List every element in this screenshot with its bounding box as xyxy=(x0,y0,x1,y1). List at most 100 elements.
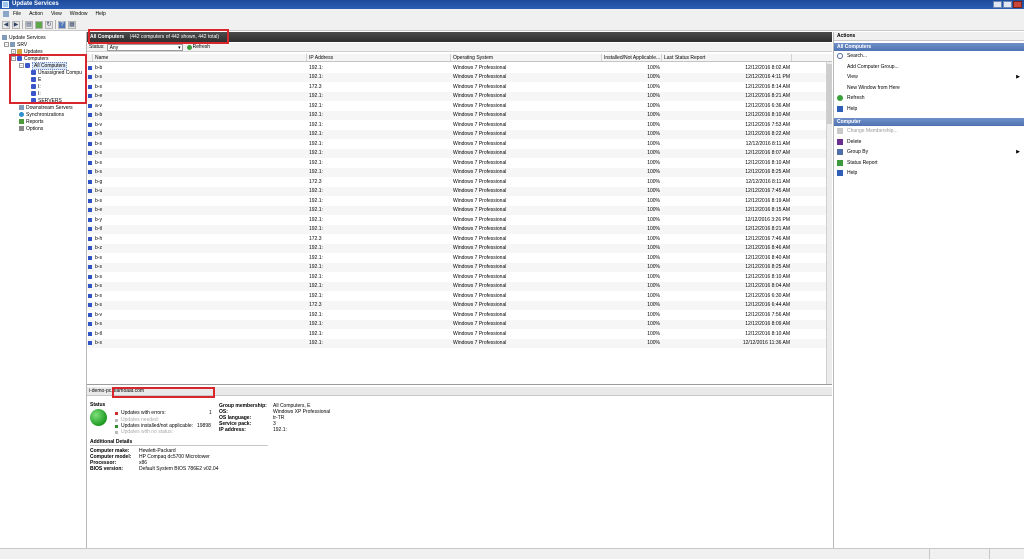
tree-group-1[interactable]: E xyxy=(31,76,41,83)
table-row[interactable]: b-e 192.1: Windows 7 Professional 100% 12/12… xyxy=(87,205,832,215)
cell-ip: 192.1: xyxy=(309,188,323,195)
table-scrollbar[interactable] xyxy=(826,62,832,384)
folder-up-icon[interactable]: ▤ xyxy=(25,20,33,29)
table-row[interactable]: b-s 192.1: Windows 7 Professional 100% 12/12… xyxy=(87,319,832,329)
cell-ip: 192.1: xyxy=(309,131,323,138)
tree-reports[interactable]: Reports xyxy=(19,118,44,125)
table-row[interactable]: b-z 192.1: Windows 7 Professional 100% 12/12… xyxy=(87,243,832,253)
table-row[interactable]: b-v 192.1: Windows 7 Professional 100% 12/12… xyxy=(87,120,832,130)
collapse-icon[interactable]: − xyxy=(4,42,9,47)
help-icon[interactable]: ? xyxy=(58,20,66,29)
action-view[interactable]: View ▶ xyxy=(834,72,1024,83)
table-row[interactable]: b-s 192.1: Windows 7 Professional 100% 12/12… xyxy=(87,167,832,177)
tree-group-2[interactable]: I: xyxy=(31,83,41,90)
tree-unassigned[interactable]: Unassigned Compu xyxy=(31,69,82,76)
collapse-icon[interactable]: − xyxy=(11,56,16,61)
table-row[interactable]: b-s 192.1: Windows 7 Professional 100% 12/12… xyxy=(87,158,832,168)
tree-all-computers[interactable]: − All Computers xyxy=(19,61,68,70)
cell-installed: 100% xyxy=(647,83,660,90)
menu-file[interactable]: File xyxy=(13,11,21,17)
table-row[interactable]: b-s 192.1: Windows 7 Professional 100% 12/12… xyxy=(87,72,832,82)
refresh-filter-button[interactable]: Refresh xyxy=(186,44,210,50)
table-row[interactable]: b-tl 192.1: Windows 7 Professional 100% 12/1… xyxy=(87,329,832,339)
cell-ip: 192.1: xyxy=(309,169,323,176)
column-name[interactable]: Name xyxy=(93,54,307,61)
table-row[interactable]: b-g 172.3 Windows 7 Professional 100% 12/12/… xyxy=(87,177,832,187)
action-delete[interactable]: Delete xyxy=(834,137,1024,148)
column-last-report[interactable]: Last Status Report xyxy=(662,54,792,61)
cell-installed: 100% xyxy=(647,245,660,252)
table-row[interactable]: b-h 192.1: Windows 7 Professional 100% 12/12… xyxy=(87,129,832,139)
status-filter-select[interactable]: Any ▾ xyxy=(106,43,183,51)
action-group-by[interactable]: Group By ▶ xyxy=(834,147,1024,158)
action-help[interactable]: Help xyxy=(834,104,1024,115)
tree-downstream[interactable]: Downstream Servers xyxy=(19,104,73,111)
tree-options[interactable]: Options xyxy=(19,125,43,132)
action-search[interactable]: Search... xyxy=(834,51,1024,62)
table-row[interactable]: b-b 192.1: Windows 7 Professional 100% 12/12… xyxy=(87,110,832,120)
cell-name: b-s xyxy=(95,169,102,176)
scrollbar-thumb[interactable] xyxy=(827,64,832,124)
tree-server[interactable]: − SRV xyxy=(4,41,27,48)
table-row[interactable]: b-s 192.1: Windows 7 Professional 100% 12/12… xyxy=(87,272,832,282)
table-row[interactable]: a-v 192.1: Windows 7 Professional 100% 12/12… xyxy=(87,101,832,111)
table-row[interactable]: b-s 172.3 Windows 7 Professional 100% 12/12/… xyxy=(87,300,832,310)
cell-last-report: 12/12/2016 8:25 AM xyxy=(745,169,790,176)
back-icon[interactable]: ◀ xyxy=(2,20,10,29)
table-row[interactable]: b-y 192.1: Windows 7 Professional 100% 12/12… xyxy=(87,215,832,225)
action-new-window[interactable]: New Window from Here xyxy=(834,83,1024,94)
table-row[interactable]: b-u 192.1: Windows 7 Professional 100% 12/12… xyxy=(87,186,832,196)
action-status-report[interactable]: Status Report xyxy=(834,158,1024,169)
table-row[interactable]: b-s 192.1: Windows 7 Professional 100% 12/12… xyxy=(87,196,832,206)
expand-icon[interactable]: + xyxy=(11,49,16,54)
maximize-button[interactable] xyxy=(1003,1,1012,8)
column-ip[interactable]: IP Address xyxy=(307,54,451,61)
cell-ip: 192.1: xyxy=(309,254,323,261)
column-os[interactable]: Operating System xyxy=(451,54,602,61)
table-row[interactable]: b-v 192.1: Windows 7 Professional 100% 12/12… xyxy=(87,310,832,320)
action-change-membership[interactable]: Change Membership... xyxy=(834,126,1024,137)
tree-root[interactable]: Update Services xyxy=(2,34,46,41)
menu-action[interactable]: Action xyxy=(29,11,43,17)
refresh-toolbar-icon[interactable]: ↻ xyxy=(45,20,53,29)
actions-title: Actions xyxy=(834,32,1024,41)
table-row[interactable]: b-s 192.1: Windows 7 Professional 100% 12/12… xyxy=(87,253,832,263)
table-row[interactable]: b-s 192.1: Windows 7 Professional 100% 12/12… xyxy=(87,148,832,158)
forward-icon[interactable]: ▶ xyxy=(12,20,20,29)
table-row[interactable]: b-s 192.1: Windows 7 Professional 100% 12/12… xyxy=(87,338,832,348)
table-row[interactable]: b-s 192.1: Windows 7 Professional 100% 12/12… xyxy=(87,281,832,291)
column-installed[interactable]: Installed/Not Applicable... xyxy=(602,54,662,61)
updates-icon xyxy=(17,49,22,54)
action-refresh[interactable]: Refresh xyxy=(834,93,1024,104)
tree-synchronizations[interactable]: Synchronizations xyxy=(19,111,64,118)
cell-ip: 192.1: xyxy=(309,226,323,233)
filter-bar: Status: Any ▾ Refresh xyxy=(87,43,832,52)
action-help-computer[interactable]: Help xyxy=(834,168,1024,179)
action-pane-icon[interactable]: ▦ xyxy=(68,20,76,29)
table-row[interactable]: b-s 192.1: Windows 7 Professional 100% 12/12… xyxy=(87,291,832,301)
menu-view[interactable]: View xyxy=(51,11,62,17)
table-row[interactable]: b-s 172.3 Windows 7 Professional 100% 12/12/… xyxy=(87,82,832,92)
actions-section-all-computers[interactable]: All Computers xyxy=(834,43,1024,51)
table-row[interactable]: b-s 192.1: Windows 7 Professional 100% 12/12… xyxy=(87,139,832,149)
cell-os: Windows 7 Professional xyxy=(453,140,507,147)
collapse-icon[interactable]: − xyxy=(19,63,24,68)
cell-last-report: 12/12/2016 7:45 AM xyxy=(745,188,790,195)
tree-group-3[interactable]: I: xyxy=(31,90,41,97)
table-row[interactable]: b-e 192.1: Windows 7 Professional 100% 12/12… xyxy=(87,91,832,101)
menu-help[interactable]: Help xyxy=(96,11,106,17)
close-button[interactable] xyxy=(1013,1,1022,8)
cell-installed: 100% xyxy=(647,273,660,280)
table-row[interactable]: b-b 192.1: Windows 7 Professional 100% 12/12… xyxy=(87,63,832,73)
tree-servers[interactable]: SERVERS xyxy=(31,97,62,104)
tree-updates[interactable]: + Updates xyxy=(11,48,43,55)
actions-section-computer[interactable]: Computer xyxy=(834,118,1024,126)
action-add-computer-group[interactable]: Add Computer Group... xyxy=(834,62,1024,73)
table-row[interactable]: b-h 172.3 Windows 7 Professional 100% 12/12/… xyxy=(87,234,832,244)
table-row[interactable]: b-s 192.1: Windows 7 Professional 100% 12/12… xyxy=(87,262,832,272)
show-hide-tree-icon[interactable] xyxy=(35,20,43,29)
cell-name: b-g xyxy=(95,178,103,185)
minimize-button[interactable] xyxy=(993,1,1002,8)
table-row[interactable]: b-tl 192.1: Windows 7 Professional 100% 12/1… xyxy=(87,224,832,234)
menu-window[interactable]: Window xyxy=(70,11,88,17)
